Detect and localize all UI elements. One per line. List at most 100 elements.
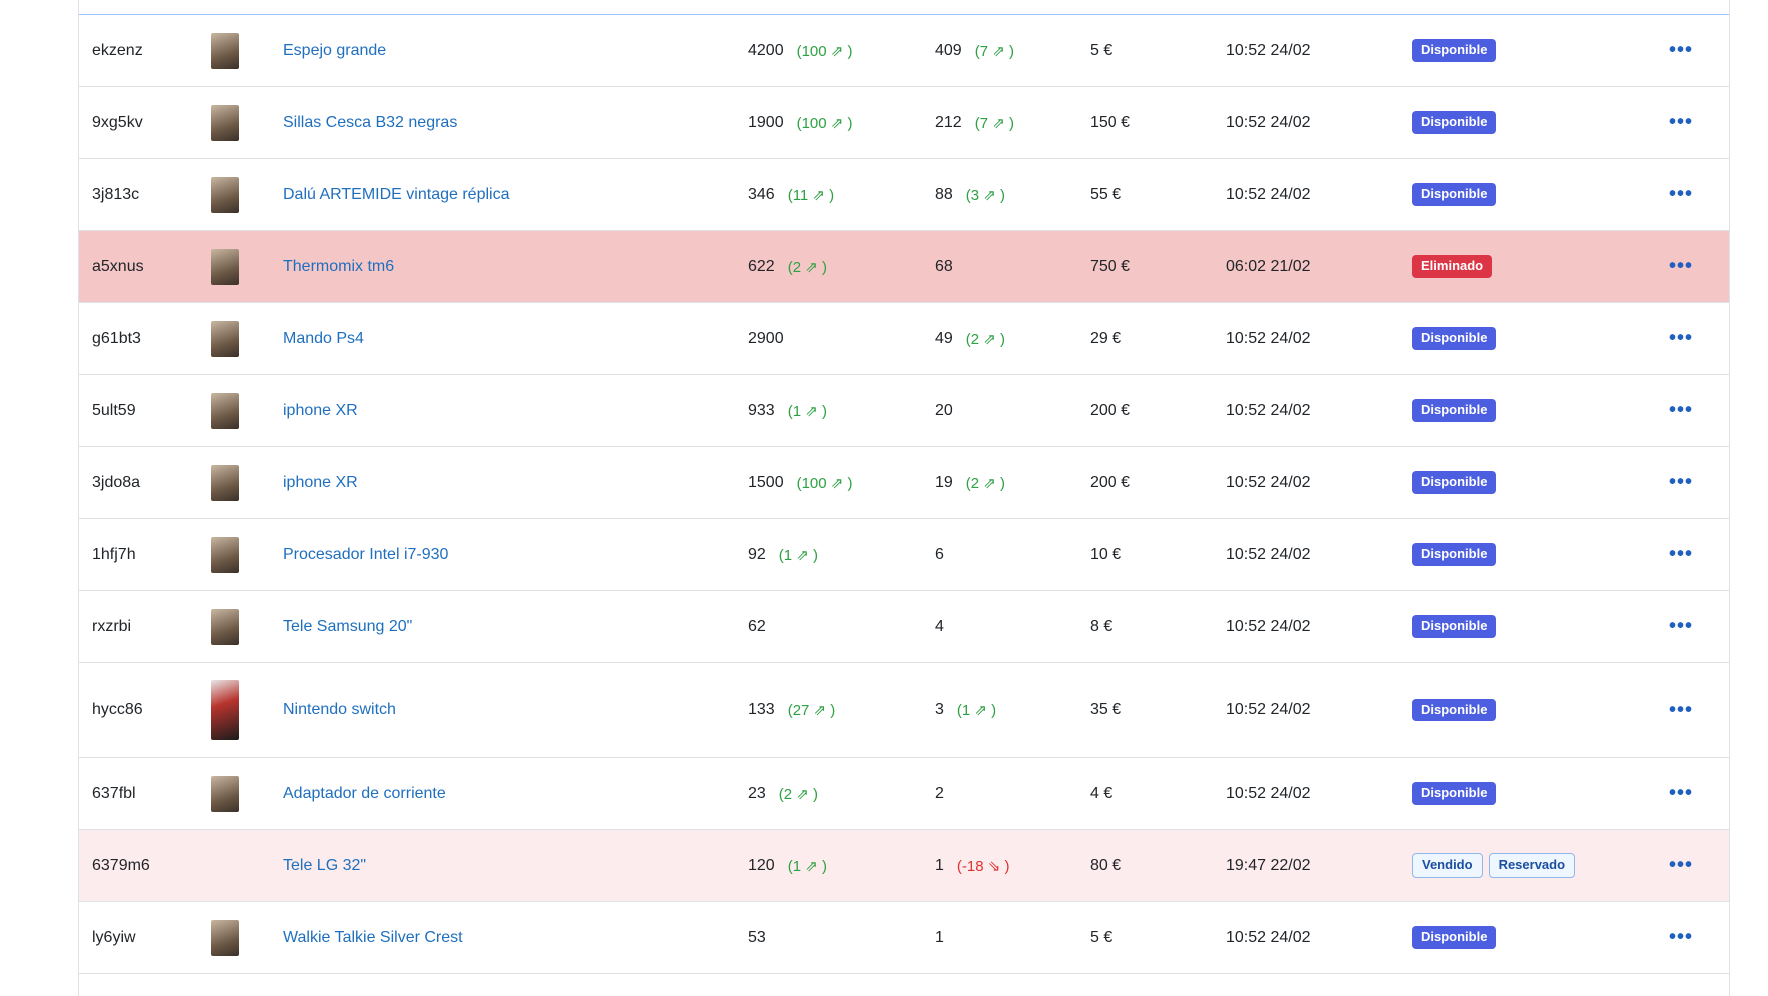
table-row: 3jdo8a iphone XR 1500 (100 ⇗ ) 19 (2 ⇗ ) 200 €… (79, 447, 1729, 519)
table-row: 637fbl Adaptador de corriente 23 (2 ⇗ ) 2 4 €… (79, 758, 1729, 830)
favorites-delta: (7 ⇗ ) (974, 114, 1014, 132)
item-thumbnail[interactable] (211, 447, 239, 518)
views-delta: (11 ⇗ ) (787, 186, 835, 204)
status-badge: Disponible (1412, 471, 1497, 494)
more-horizontal-icon[interactable]: ••• (1669, 615, 1693, 638)
more-horizontal-icon[interactable]: ••• (1669, 255, 1693, 278)
item-title-link[interactable]: Walkie Talkie Silver Crest (283, 929, 463, 947)
favorites-delta: (-18 ⇘ ) (956, 857, 1010, 875)
views-delta: (1 ⇗ ) (787, 857, 827, 875)
views-count: 62 (748, 617, 766, 635)
views-count: 1500 (748, 473, 784, 491)
item-title-link[interactable]: Tele Samsung 20" (283, 618, 412, 636)
product-image[interactable] (211, 608, 239, 645)
more-horizontal-icon[interactable]: ••• (1669, 782, 1693, 805)
item-thumbnail[interactable] (211, 303, 239, 374)
item-price: 4 € (1090, 784, 1113, 802)
item-price: 55 € (1090, 185, 1122, 203)
product-image[interactable] (211, 248, 239, 285)
status-badge: Disponible (1412, 698, 1497, 722)
product-image[interactable] (211, 680, 239, 740)
views-delta: (27 ⇗ ) (787, 702, 836, 719)
item-title-link[interactable]: Sillas Cesca B32 negras (283, 114, 457, 132)
more-horizontal-icon[interactable]: ••• (1669, 854, 1693, 877)
item-id: 3j813c (92, 185, 140, 203)
item-id: 5ult59 (92, 401, 136, 419)
item-thumbnail[interactable] (211, 758, 239, 829)
product-image[interactable] (211, 919, 239, 956)
product-image[interactable] (211, 536, 239, 573)
item-date: 10:52 24/02 (1226, 113, 1311, 131)
more-horizontal-icon[interactable]: ••• (1669, 399, 1693, 422)
item-thumbnail[interactable] (211, 591, 239, 662)
item-id: 3jdo8a (92, 473, 141, 491)
item-price: 8 € (1090, 617, 1113, 635)
product-image[interactable] (211, 32, 239, 69)
item-thumbnail[interactable] (211, 902, 239, 973)
item-price: 29 € (1090, 329, 1122, 347)
more-horizontal-icon[interactable]: ••• (1669, 111, 1693, 134)
status-badge: Disponible (1412, 327, 1497, 350)
item-thumbnail[interactable] (211, 15, 239, 86)
item-title-link[interactable]: Mando Ps4 (283, 330, 364, 348)
item-title-link[interactable]: Procesador Intel i7-930 (283, 546, 448, 564)
item-title-link[interactable]: Thermomix tm6 (283, 258, 394, 276)
views-count: 1900 (748, 113, 784, 131)
item-thumbnail[interactable] (211, 87, 239, 158)
item-title-link[interactable]: iphone XR (283, 402, 358, 420)
item-thumbnail[interactable] (211, 663, 239, 757)
table-row: 6379m6 Tele LG 32" 120 (1 ⇗ ) 1 (-18 ⇘ ) 80 € 1… (79, 830, 1729, 902)
item-thumbnail[interactable] (211, 830, 239, 901)
item-price: 5 € (1090, 41, 1113, 59)
views-delta: (100 ⇗ ) (796, 114, 853, 132)
item-title-link[interactable]: Tele LG 32" (283, 857, 366, 875)
more-horizontal-icon[interactable]: ••• (1669, 327, 1693, 350)
item-thumbnail[interactable] (211, 519, 239, 590)
item-thumbnail[interactable] (211, 231, 239, 302)
product-image[interactable] (211, 392, 239, 429)
more-horizontal-icon[interactable]: ••• (1669, 543, 1693, 566)
item-thumbnail[interactable] (211, 159, 239, 230)
favorites-count: 2 (935, 784, 944, 802)
more-horizontal-icon[interactable]: ••• (1669, 926, 1693, 949)
favorites-count: 6 (935, 545, 944, 563)
item-date: 10:52 24/02 (1226, 473, 1311, 491)
status-badge: Disponible (1412, 615, 1497, 638)
views-count: 2900 (748, 329, 784, 347)
status-badge: Disponible (1412, 183, 1497, 206)
item-date: 10:52 24/02 (1226, 617, 1311, 635)
item-date: 10:52 24/02 (1226, 545, 1311, 563)
product-image[interactable] (211, 320, 239, 357)
item-date: 10:52 24/02 (1226, 401, 1311, 419)
item-title-link[interactable]: Adaptador de corriente (283, 785, 446, 803)
more-horizontal-icon[interactable]: ••• (1669, 699, 1693, 722)
item-title-link[interactable]: Nintendo switch (283, 701, 396, 719)
table-row: 5ult59 iphone XR 933 (1 ⇗ ) 20 200 € 10:52 24/… (79, 375, 1729, 447)
favorites-delta: (2 ⇗ ) (965, 474, 1006, 492)
product-image[interactable] (211, 104, 239, 141)
views-count: 622 (748, 257, 775, 275)
views-delta: (2 ⇗ ) (787, 258, 827, 276)
more-horizontal-icon[interactable]: ••• (1669, 183, 1693, 206)
item-date: 10:52 24/02 (1226, 784, 1311, 802)
item-thumbnail[interactable] (211, 375, 239, 446)
item-title-link[interactable]: Dalú ARTEMIDE vintage réplica (283, 186, 509, 204)
item-title-link[interactable]: iphone XR (283, 474, 358, 492)
favorites-count: 212 (935, 113, 962, 131)
item-id: 637fbl (92, 784, 136, 802)
table-row: ekzenz Espejo grande 4200 (100 ⇗ ) 409 (7 ⇗ )… (79, 15, 1729, 87)
more-horizontal-icon[interactable]: ••• (1669, 39, 1693, 62)
item-title-link[interactable]: Espejo grande (283, 42, 386, 60)
item-date: 10:52 24/02 (1226, 701, 1311, 718)
favorites-count: 4 (935, 617, 944, 635)
item-price: 35 € (1090, 701, 1122, 718)
table-body: ekzenz Espejo grande 4200 (100 ⇗ ) 409 (7 ⇗ )… (79, 15, 1729, 974)
product-image[interactable] (211, 464, 239, 501)
product-image[interactable] (211, 775, 239, 812)
more-horizontal-icon[interactable]: ••• (1669, 471, 1693, 494)
table-row: 3j813c Dalú ARTEMIDE vintage réplica 346 (1… (79, 159, 1729, 231)
item-price: 750 € (1090, 257, 1131, 275)
favorites-count: 88 (935, 185, 953, 203)
product-image[interactable] (211, 176, 239, 213)
views-count: 53 (748, 928, 766, 946)
